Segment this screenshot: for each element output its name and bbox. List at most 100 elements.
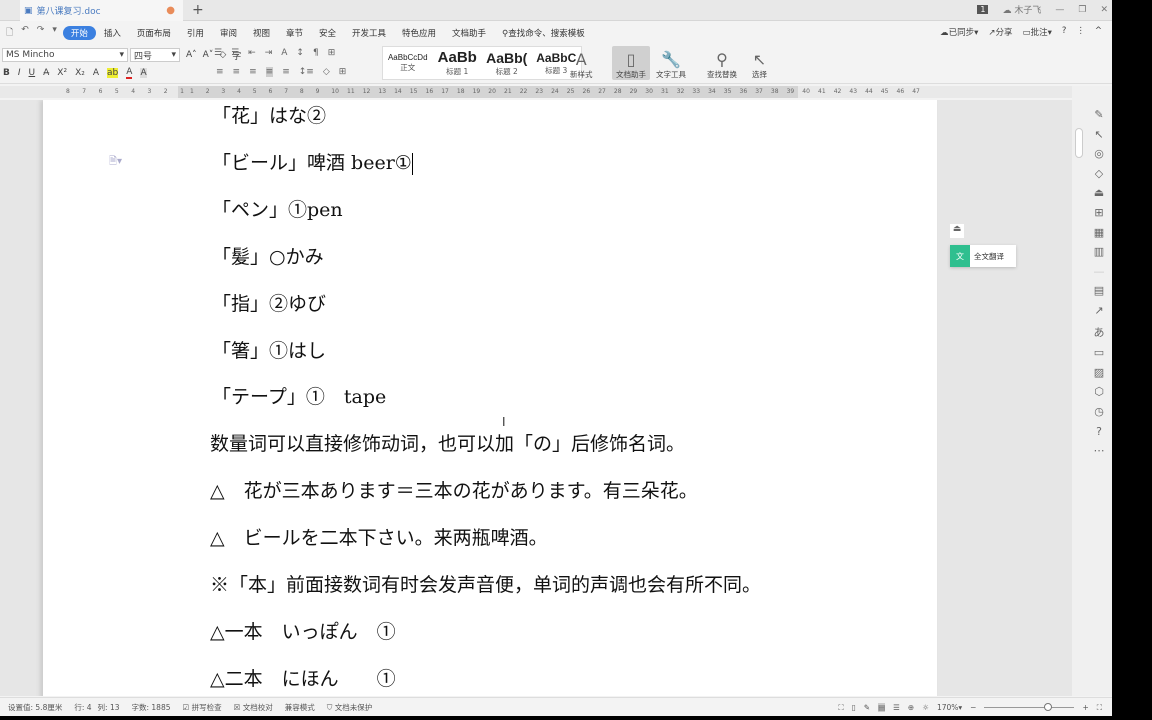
- template-icon[interactable]: ▭: [1094, 346, 1104, 359]
- document-page[interactable]: 🗎▾ 「花」はな② 「ビール」啤酒 beer① 「ペン」①pen 「髪」○かみ 「指」②…: [43, 100, 937, 696]
- menu-review[interactable]: 审阅: [212, 27, 245, 39]
- font-size-select[interactable]: 四号 ▾: [130, 48, 180, 62]
- horizontal-ruler[interactable]: 8 7 6 5 4 3 2 1 1 2 3 4 5 6 7 8 9 10 11 12 13 14 15 16 17 18 19 20 2…: [0, 86, 1072, 98]
- pen-icon[interactable]: ✎: [1094, 108, 1103, 121]
- menu-special[interactable]: 特色应用: [394, 27, 444, 39]
- document-paragraph[interactable]: 「テープ」① tape: [212, 382, 386, 409]
- doc-assistant-button[interactable]: ▯ 文档助手: [612, 46, 650, 80]
- document-paragraph[interactable]: 「髪」○かみ: [212, 242, 324, 269]
- document-paragraph[interactable]: 「花」はな②: [212, 101, 326, 128]
- border-icon[interactable]: ⊞: [339, 67, 347, 77]
- style-normal[interactable]: AaBbCcDd 正文: [383, 47, 433, 79]
- decrease-indent-icon[interactable]: ⇤: [248, 48, 256, 58]
- more-button[interactable]: ⋮: [1076, 26, 1085, 38]
- undo-icon[interactable]: ↶: [21, 25, 29, 41]
- document-paragraph[interactable]: 「ペン」①pen: [212, 195, 343, 222]
- comment-button[interactable]: ▭批注▾: [1023, 26, 1052, 38]
- export-icon[interactable]: ↗: [1094, 304, 1103, 317]
- vertical-scrollbar[interactable]: [1072, 86, 1086, 696]
- more-dots-icon[interactable]: ⋯: [1094, 444, 1105, 457]
- document-paragraph[interactable]: △ 花が三本あります＝三本の花があります。有三朵花。: [210, 476, 698, 503]
- justify-icon[interactable]: ≡: [265, 67, 274, 77]
- menu-references[interactable]: 引用: [179, 27, 212, 39]
- select-button[interactable]: ↖ 选择: [748, 46, 771, 80]
- menu-insert[interactable]: 插入: [96, 27, 129, 39]
- scrollbar-thumb[interactable]: [1075, 128, 1083, 158]
- word-count[interactable]: 字数: 1885: [132, 702, 171, 713]
- zoom-slider[interactable]: [984, 703, 1075, 711]
- shapes-icon[interactable]: ◇: [1095, 167, 1103, 180]
- minimize-button[interactable]: —: [1055, 5, 1064, 15]
- command-search[interactable]: ⚲查找命令、搜索模板: [494, 27, 593, 39]
- fit-window-icon[interactable]: ⛶: [1097, 703, 1102, 713]
- window-count-badge[interactable]: 1: [977, 5, 989, 14]
- chinese-layout-icon[interactable]: A: [281, 48, 287, 58]
- menu-view[interactable]: 视图: [245, 27, 278, 39]
- document-paragraph[interactable]: △二本 にほん ①: [210, 664, 396, 691]
- shrink-font-icon[interactable]: A˅: [203, 50, 214, 60]
- protect-button[interactable]: ⛉ 文档未保护: [327, 702, 373, 713]
- translate-side-icon[interactable]: あ: [1094, 324, 1105, 340]
- document-paragraph[interactable]: ※「本」前面接数词有时会发声音便，单词的声调也会有所不同。: [210, 570, 761, 597]
- share-button[interactable]: ↗分享: [988, 26, 1012, 38]
- grow-font-icon[interactable]: A˄: [186, 50, 197, 60]
- italic-icon[interactable]: I: [18, 68, 21, 78]
- underline-icon[interactable]: U: [29, 68, 36, 78]
- page-view-icon[interactable]: ▤: [878, 703, 886, 712]
- sort-icon[interactable]: ↕: [296, 48, 304, 58]
- document-paragraph[interactable]: 数量词可以直接修饰动词，也可以加「の」后修饰名词。: [210, 429, 685, 456]
- outline-view-icon[interactable]: ☰: [893, 703, 900, 712]
- document-tab[interactable]: ▣ 第八课复习.doc ●: [20, 0, 183, 21]
- sync-button[interactable]: ☁已同步▾: [940, 26, 978, 38]
- style-heading-1[interactable]: AaBb 标题 1: [433, 47, 483, 79]
- font-color-icon[interactable]: A: [126, 67, 133, 79]
- highlight-icon[interactable]: ab: [107, 68, 119, 78]
- strikethrough-icon[interactable]: A̶: [43, 68, 49, 78]
- web-view-icon[interactable]: ⊕: [908, 703, 914, 712]
- fullscreen-view-icon[interactable]: ⛶: [838, 703, 843, 713]
- increase-indent-icon[interactable]: ⇥: [265, 48, 273, 58]
- menu-doc-assistant[interactable]: 文档助手: [444, 27, 494, 39]
- print-preview-icon[interactable]: 🗋: [6, 25, 13, 41]
- align-right-icon[interactable]: ≡: [249, 67, 257, 77]
- user-account[interactable]: ☁ 木子飞: [1002, 3, 1041, 16]
- table-border-icon[interactable]: ⊞: [328, 48, 336, 58]
- picture-icon[interactable]: ▨: [1094, 366, 1104, 379]
- help-button[interactable]: ?: [1062, 26, 1067, 38]
- menu-section[interactable]: 章节: [278, 27, 311, 39]
- document-paragraph[interactable]: △ ビールを二本下さい。来两瓶啤酒。: [210, 523, 548, 550]
- bold-icon[interactable]: B: [3, 68, 10, 78]
- font-select[interactable]: MS Mincho ▾: [2, 48, 128, 62]
- char-shading-icon[interactable]: A: [140, 68, 147, 78]
- read-view-icon[interactable]: ▯: [852, 703, 856, 712]
- close-button[interactable]: ✕: [1100, 5, 1108, 15]
- show-marks-icon[interactable]: ¶: [313, 48, 319, 58]
- document-paragraph[interactable]: 「指」②ゆび: [212, 289, 326, 316]
- redo-icon[interactable]: ↷: [37, 25, 45, 41]
- zoom-level[interactable]: 170%▾: [937, 703, 962, 712]
- text-tools-button[interactable]: 🔧 文字工具: [652, 46, 690, 80]
- collapse-panel-button[interactable]: ⏏: [950, 224, 964, 238]
- full-translate-button[interactable]: 文全文翻译: [950, 245, 1016, 267]
- write-view-icon[interactable]: ✎: [864, 703, 870, 712]
- eye-care-icon[interactable]: ☼: [922, 703, 929, 712]
- document-paragraph[interactable]: 「ビール」啤酒 beer①: [212, 148, 413, 175]
- new-tab-button[interactable]: +: [192, 2, 204, 18]
- history-icon[interactable]: ◷: [1094, 405, 1104, 418]
- menu-home[interactable]: 开始: [62, 25, 96, 40]
- apps-icon[interactable]: ▦: [1094, 226, 1104, 239]
- numbering-icon[interactable]: ☰: [231, 48, 239, 58]
- document-paragraph[interactable]: △一本 いっぽん ①: [210, 617, 396, 644]
- proofread-button[interactable]: ☒ 文档校对: [234, 702, 273, 713]
- spell-check-button[interactable]: ☑ 拼写检查: [183, 702, 222, 713]
- menu-security[interactable]: 安全: [311, 27, 344, 39]
- stamp-icon[interactable]: ⏏: [1094, 186, 1104, 199]
- zoom-in-button[interactable]: +: [1082, 703, 1088, 712]
- location-icon[interactable]: ◎: [1094, 147, 1104, 160]
- select-pointer-icon[interactable]: ↖: [1094, 128, 1103, 141]
- document-paragraph[interactable]: 「箸」①はし: [212, 336, 326, 363]
- image-doc-icon[interactable]: ▤: [1094, 284, 1104, 297]
- find-replace-button[interactable]: ⚲ 查找替换: [703, 46, 741, 80]
- restore-button[interactable]: ❐: [1078, 5, 1086, 15]
- menu-developer[interactable]: 开发工具: [344, 27, 394, 39]
